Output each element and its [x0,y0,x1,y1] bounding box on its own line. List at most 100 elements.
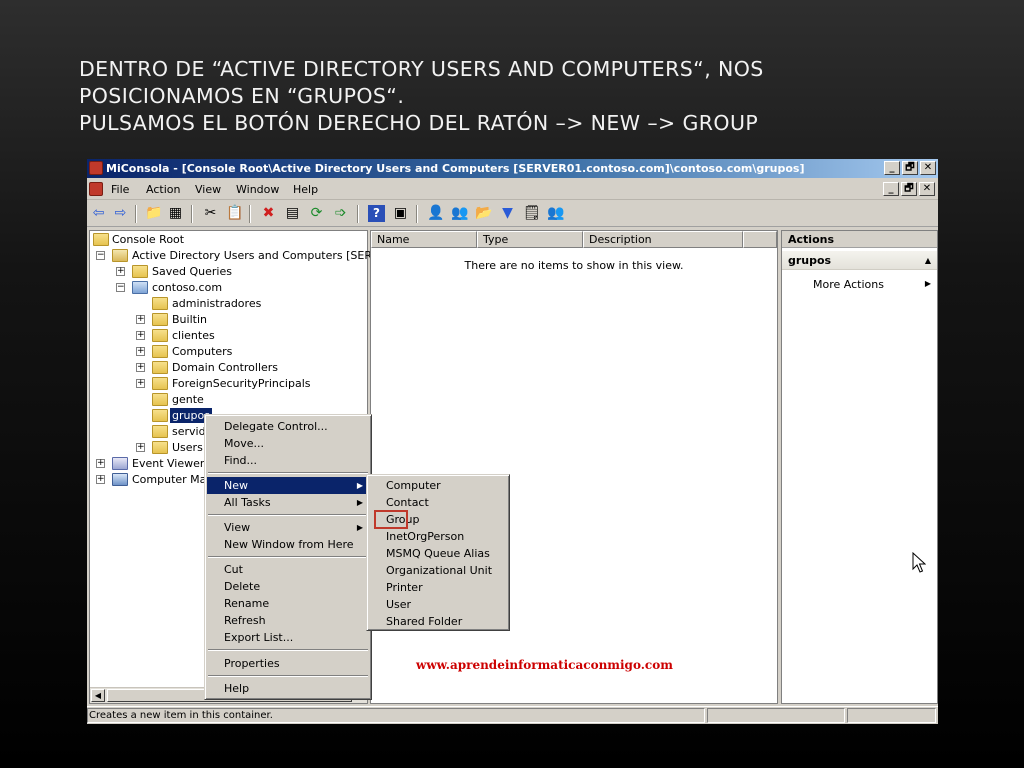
expand-icon[interactable]: + [96,475,105,484]
submenu-inetorgperson[interactable]: InetOrgPerson [369,528,507,545]
folder-icon [93,233,109,246]
expand-icon[interactable]: + [136,379,145,388]
column-type[interactable]: Type [477,231,583,248]
submenu-arrow-icon: ▶ [356,498,363,507]
submenu-organizational-unit[interactable]: Organizational Unit [369,562,507,579]
menu-export-list[interactable]: Export List... [207,629,369,646]
close-button[interactable]: ✕ [920,161,936,175]
help-icon[interactable]: ? [368,205,385,222]
collapse-icon[interactable]: − [116,283,125,292]
menu-view[interactable]: View [195,183,221,196]
refresh-icon[interactable]: ⟳ [308,205,325,222]
scroll-left-icon[interactable]: ◀ [91,689,105,702]
tree-item-contoso-com[interactable]: − contoso.com [90,280,360,295]
window-title: MiConsola - [Console Root\Active Directo… [106,162,805,175]
cut-icon[interactable]: ✂ [202,205,219,222]
mmc-app-icon[interactable] [89,161,103,175]
submenu-shared-folder[interactable]: Shared Folder [369,613,507,630]
slide-title-line-2: POSICIONAMOS EN “GRUPOS“. [79,84,405,108]
menu-delegate-control[interactable]: Delegate Control... [207,418,369,435]
menu-help[interactable]: Help [207,680,369,697]
tree-item-clientes[interactable]: + clientes [90,328,360,343]
menu-action[interactable]: Action [146,183,180,196]
expand-icon[interactable]: + [136,443,145,452]
collapse-icon[interactable]: − [96,251,105,260]
new-ou-icon[interactable]: 📂 [475,205,492,222]
submenu-user[interactable]: User [369,596,507,613]
tree-item-console-root[interactable]: Console Root [90,232,360,247]
properties-icon[interactable]: ▤ [284,205,301,222]
menu-move[interactable]: Move... [207,435,369,452]
status-cell [707,708,845,723]
ou-icon [152,361,168,374]
more-actions-link[interactable]: More Actions [813,278,884,291]
menu-rename[interactable]: Rename [207,595,369,612]
new-group-icon[interactable]: 👥 [451,205,468,222]
menu-window[interactable]: Window [236,183,279,196]
menu-find[interactable]: Find... [207,452,369,469]
menu-properties[interactable]: Properties [207,655,369,672]
minimize-button[interactable]: _ [884,161,900,175]
column-name[interactable]: Name [371,231,477,248]
expand-icon[interactable]: + [116,267,125,276]
results-pane[interactable]: Name Type Description There are no items… [370,230,778,704]
menu-all-tasks[interactable]: All Tasks ▶ [207,494,369,511]
tree-item-administradores[interactable]: administradores [90,296,360,311]
back-icon[interactable]: ⇦ [90,205,107,222]
copy-icon[interactable]: 📋 [226,205,243,222]
expand-icon[interactable]: + [136,363,145,372]
toolbar-separator [416,205,418,223]
doc-minimize-button[interactable]: _ [883,182,899,196]
delete-icon[interactable]: ✖ [260,205,277,222]
tree-item-aduc[interactable]: − Active Directory Users and Computers [… [90,248,379,263]
filter-icon[interactable]: ▼ [499,205,516,222]
submenu-msmq-queue-alias[interactable]: MSMQ Queue Alias [369,545,507,562]
tree-item-foreign-security-principals[interactable]: + ForeignSecurityPrincipals [90,376,360,391]
find-icon[interactable]: 🗒 [523,205,541,222]
menu-new[interactable]: New ▶ [207,477,369,494]
expand-icon[interactable]: + [136,331,145,340]
up-folder-icon[interactable]: 📁 [145,205,162,222]
menu-new-window[interactable]: New Window from Here [207,536,369,553]
console-doc-icon[interactable] [89,182,103,196]
show-hide-tree-icon[interactable]: ▦ [167,205,184,222]
menu-view[interactable]: View ▶ [207,519,369,536]
forward-icon[interactable]: ⇨ [112,205,129,222]
show-action-pane-icon[interactable]: ▣ [392,205,409,222]
tree-item-saved-queries[interactable]: + Saved Queries [90,264,360,279]
export-list-icon[interactable]: ➩ [332,205,349,222]
menu-cut[interactable]: Cut [207,561,369,578]
menu-all-tasks-label: All Tasks [224,496,271,509]
ou-icon [152,297,168,310]
actions-section-grupos[interactable]: grupos ▲ [782,251,937,270]
tree-item-domain-controllers[interactable]: + Domain Controllers [90,360,360,375]
folder-icon [152,313,168,326]
expand-icon[interactable]: + [136,347,145,356]
menu-delete[interactable]: Delete [207,578,369,595]
submenu-computer[interactable]: Computer [369,477,507,494]
tree-item-builtin[interactable]: + Builtin [90,312,360,327]
tree-item-gente[interactable]: gente [90,392,360,407]
actions-section-label: grupos [788,254,832,267]
menu-file[interactable]: File [111,183,129,196]
collapse-caret-icon[interactable]: ▲ [925,251,931,270]
list-header: Name Type Description [371,231,777,248]
expand-icon[interactable]: + [96,459,105,468]
submenu-contact[interactable]: Contact [369,494,507,511]
expand-icon[interactable]: + [136,315,145,324]
doc-close-button[interactable]: ✕ [919,182,935,196]
doc-restore-button[interactable]: 🗗 [901,182,917,196]
menu-separator [208,514,368,516]
ou-icon [152,329,168,342]
restore-button[interactable]: 🗗 [902,161,918,175]
menu-help[interactable]: Help [293,183,318,196]
toolbar: ⇦ ⇨ 📁 ▦ ✂ 📋 ✖ ▤ ⟳ ➩ ? ▣ 👤 👥 📂 ▼ 🗒 👥 [87,201,938,227]
add-to-group-icon[interactable]: 👥 [547,205,564,222]
submenu-printer[interactable]: Printer [369,579,507,596]
tree-item-computers[interactable]: + Computers [90,344,360,359]
menu-refresh[interactable]: Refresh [207,612,369,629]
column-description[interactable]: Description [583,231,743,248]
window-title-bar[interactable]: MiConsola - [Console Root\Active Directo… [87,159,938,178]
new-user-icon[interactable]: 👤 [427,205,444,222]
toolbar-separator [191,205,193,223]
